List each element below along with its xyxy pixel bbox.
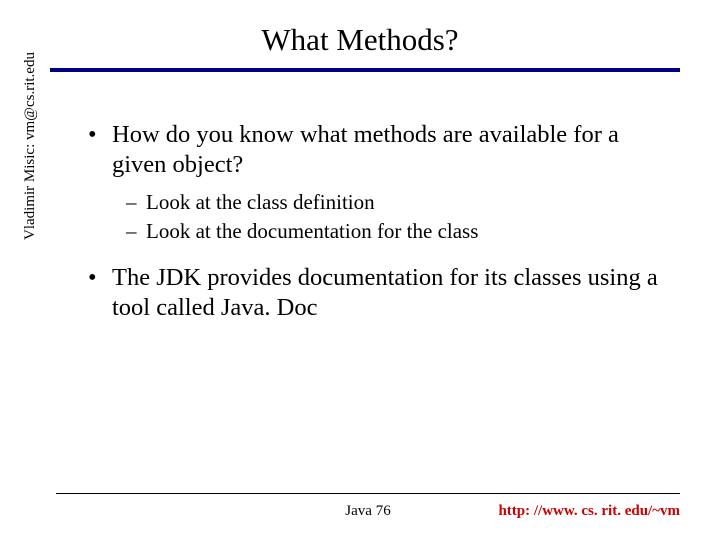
footer-center: Java 76	[56, 503, 680, 520]
sub-text: Look at the documentation for the class	[146, 219, 478, 245]
sub-item: – Look at the documentation for the clas…	[126, 219, 675, 245]
bullet-dot-icon: •	[88, 120, 112, 180]
dash-icon: –	[126, 219, 146, 245]
author-sidebar: Vladimir Misic: vm@cs.rit.edu	[22, 10, 39, 240]
slide: What Methods? Vladimir Misic: vm@cs.rit.…	[0, 0, 720, 540]
sub-item: – Look at the class definition	[126, 190, 675, 216]
sub-text: Look at the class definition	[146, 190, 375, 216]
sub-list: – Look at the class definition – Look at…	[88, 190, 675, 245]
bullet-dot-icon: •	[88, 263, 112, 323]
bullet-text: The JDK provides documentation for its c…	[112, 263, 675, 323]
slide-content: • How do you know what methods are avail…	[0, 72, 720, 323]
dash-icon: –	[126, 190, 146, 216]
bullet-text: How do you know what methods are availab…	[112, 120, 675, 180]
slide-title: What Methods?	[0, 0, 720, 68]
footer: Java 76 http: //www. cs. rit. edu/~vm	[56, 503, 680, 520]
bullet-item: • The JDK provides documentation for its…	[88, 263, 675, 323]
bullet-item: • How do you know what methods are avail…	[88, 120, 675, 180]
footer-rule	[56, 493, 680, 494]
